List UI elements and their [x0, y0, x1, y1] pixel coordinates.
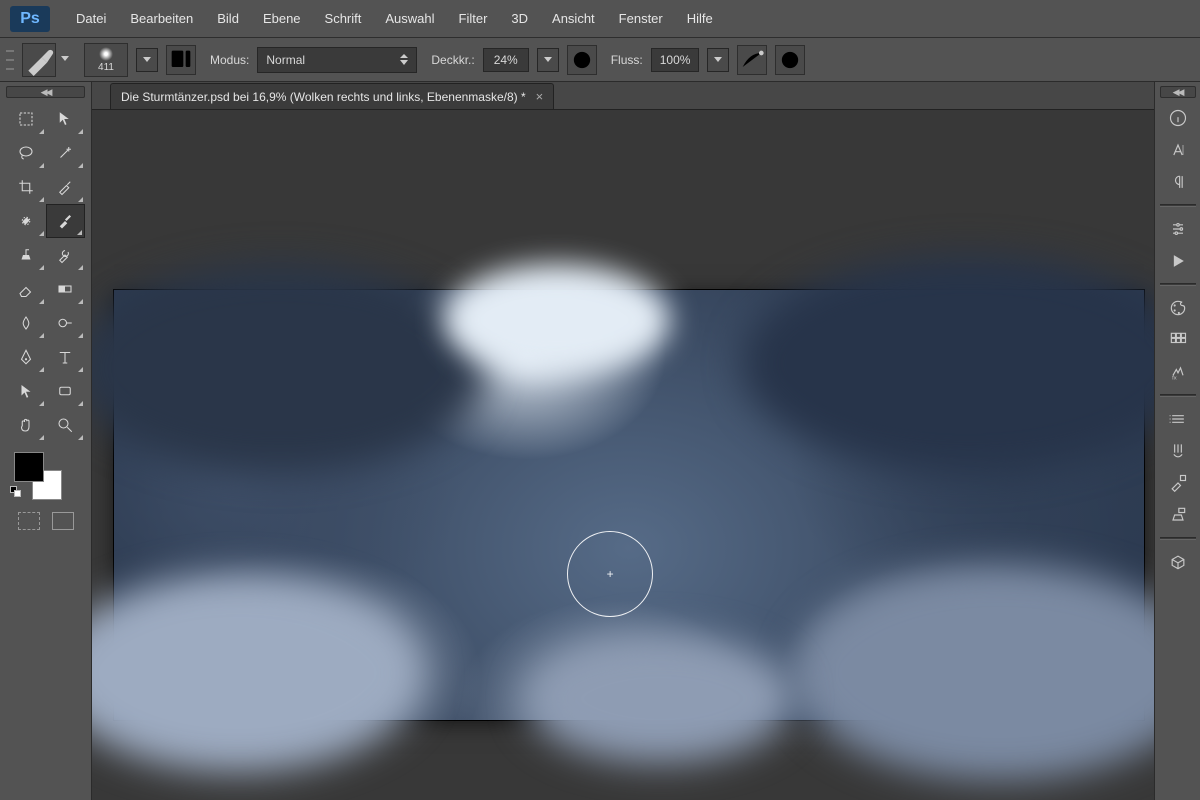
close-icon[interactable]: × [536, 89, 544, 104]
panel-brushes-icon[interactable] [1160, 435, 1196, 467]
default-colors-button[interactable] [10, 486, 24, 500]
tool-spot-heal[interactable] [6, 204, 46, 238]
flow-value: 100% [660, 53, 691, 67]
canvas-viewport[interactable] [92, 110, 1154, 800]
tools-grid [6, 102, 85, 442]
quickmask-toggle[interactable] [18, 512, 40, 530]
right-dock-collapse[interactable]: ◀◀ [1160, 86, 1196, 98]
opacity-value: 24% [494, 53, 518, 67]
tool-hand[interactable] [6, 408, 46, 442]
menu-auswahl[interactable]: Auswahl [373, 1, 446, 36]
panel-brush-presets-icon[interactable] [1160, 467, 1196, 499]
tools-panel: ◀◀ [0, 82, 92, 800]
color-swatches [6, 448, 85, 508]
panel-character-icon[interactable] [1160, 134, 1196, 166]
menu-datei[interactable]: Datei [64, 1, 118, 36]
options-bar: 411 Modus: Normal Deckkr.: 24% Fluss: 10… [0, 38, 1200, 82]
menu-filter[interactable]: Filter [447, 1, 500, 36]
panel-separator [1160, 394, 1196, 397]
panel-separator [1160, 204, 1196, 207]
panel-info-icon[interactable] [1160, 102, 1196, 134]
tool-lasso[interactable] [6, 136, 46, 170]
pressure-opacity-toggle[interactable] [567, 45, 597, 75]
tool-magic-wand[interactable] [46, 136, 86, 170]
menu-schrift[interactable]: Schrift [313, 1, 374, 36]
foreground-swatch[interactable] [14, 452, 44, 482]
right-panel-dock: ◀◀ fx [1154, 82, 1200, 800]
tool-type[interactable] [46, 340, 86, 374]
menu-ebene[interactable]: Ebene [251, 1, 313, 36]
menu-3d[interactable]: 3D [499, 1, 540, 36]
menu-ansicht[interactable]: Ansicht [540, 1, 607, 36]
brush-preset-picker[interactable]: 411 [84, 43, 128, 77]
airbrush-toggle[interactable] [737, 45, 767, 75]
tool-zoom[interactable] [46, 408, 86, 442]
tool-dodge[interactable] [46, 306, 86, 340]
chevron-down-icon [544, 57, 552, 62]
flow-input[interactable]: 100% [651, 48, 700, 72]
menubar: Ps Datei Bearbeiten Bild Ebene Schrift A… [0, 0, 1200, 38]
tool-marquee[interactable] [6, 102, 46, 136]
menu-hilfe[interactable]: Hilfe [675, 1, 725, 36]
panel-separator [1160, 283, 1196, 286]
chevron-down-icon [61, 56, 69, 61]
screen-mode-buttons [6, 512, 85, 530]
panel-clone-source-icon[interactable] [1160, 499, 1196, 531]
panel-separator [1160, 537, 1196, 540]
opacity-label: Deckkr.: [431, 53, 474, 67]
tool-eraser[interactable] [6, 272, 46, 306]
chevron-down-icon [714, 57, 722, 62]
tool-gradient[interactable] [46, 272, 86, 306]
brush-dot-icon [99, 47, 113, 61]
screenmode-toggle[interactable] [52, 512, 74, 530]
brush-cursor [567, 531, 653, 617]
document-tab-title: Die Sturmtänzer.psd bei 16,9% (Wolken re… [121, 90, 526, 104]
flow-drop[interactable] [707, 48, 729, 72]
panel-actions-icon[interactable] [1160, 245, 1196, 277]
tool-brush[interactable] [46, 204, 86, 238]
menu-bild[interactable]: Bild [205, 1, 251, 36]
chevron-up-icon [400, 54, 408, 58]
blend-mode-select[interactable]: Normal [257, 47, 417, 73]
tool-blur[interactable] [6, 306, 46, 340]
canvas[interactable] [114, 290, 1144, 720]
main-area: ◀◀ [0, 82, 1200, 800]
brush-preset-drop[interactable] [136, 48, 158, 72]
tool-eyedropper[interactable] [46, 170, 86, 204]
brush-panel-toggle[interactable] [166, 45, 196, 75]
tools-collapse[interactable]: ◀◀ [6, 86, 85, 98]
flow-label: Fluss: [611, 53, 643, 67]
tool-history-brush[interactable] [46, 238, 86, 272]
chevron-down-icon [143, 57, 151, 62]
opacity-input[interactable]: 24% [483, 48, 529, 72]
brush-size-value: 411 [98, 62, 114, 73]
menu-bearbeiten[interactable]: Bearbeiten [118, 1, 205, 36]
tool-crop[interactable] [6, 170, 46, 204]
tool-move[interactable] [46, 102, 86, 136]
document-tabbar: Die Sturmtänzer.psd bei 16,9% (Wolken re… [92, 82, 1154, 110]
svg-text:fx: fx [1172, 376, 1177, 382]
panel-styles-icon[interactable]: fx [1160, 356, 1196, 388]
modus-label: Modus: [210, 53, 249, 67]
panel-swatches-icon[interactable] [1160, 324, 1196, 356]
tool-clone-stamp[interactable] [6, 238, 46, 272]
options-grip[interactable] [6, 46, 14, 74]
panel-adjustments-icon[interactable] [1160, 213, 1196, 245]
panel-3d-icon[interactable] [1160, 546, 1196, 578]
document-tab[interactable]: Die Sturmtänzer.psd bei 16,9% (Wolken re… [110, 83, 554, 109]
tool-path-select[interactable] [6, 374, 46, 408]
pressure-size-toggle[interactable] [775, 45, 805, 75]
panel-history-icon[interactable] [1160, 403, 1196, 435]
app-logo: Ps [10, 6, 50, 32]
tool-preset-picker[interactable] [22, 43, 56, 77]
menu-fenster[interactable]: Fenster [607, 1, 675, 36]
opacity-drop[interactable] [537, 48, 559, 72]
panel-paragraph-icon[interactable] [1160, 166, 1196, 198]
chevron-down-icon [400, 60, 408, 65]
tool-shape[interactable] [46, 374, 86, 408]
document-area: Die Sturmtänzer.psd bei 16,9% (Wolken re… [92, 82, 1154, 800]
panel-color-icon[interactable] [1160, 292, 1196, 324]
blend-mode-value: Normal [266, 53, 305, 67]
tool-pen[interactable] [6, 340, 46, 374]
